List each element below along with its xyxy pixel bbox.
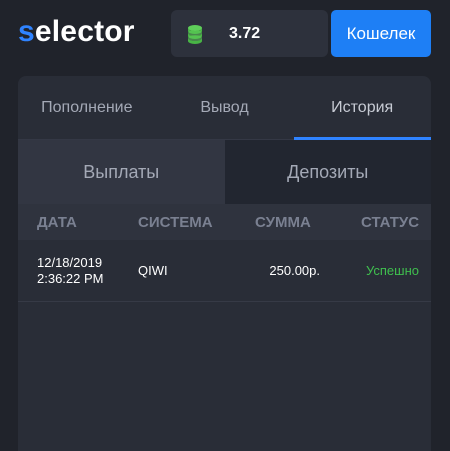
coins-icon [171,10,218,57]
row-status: Успешно [366,263,419,278]
balance-value: 3.72 [229,24,261,42]
table-row: 12/18/2019 2:36:22 PM QIWI 250.00р. Успе… [18,240,431,302]
brand-logo[interactable]: selector [18,14,135,50]
history-panel: Пополнение Вывод История Выплаты Депозит… [18,76,431,451]
header-date: ДАТА [37,213,77,231]
row-date-day: 12/18/2019 [37,254,103,270]
balance-widget: 3.72 [171,10,328,57]
history-subtabs: Выплаты Депозиты [18,140,431,204]
header-system: СИСТЕМА [138,213,213,231]
subtab-deposits[interactable]: Депозиты [224,140,431,204]
active-tab-indicator [294,137,431,140]
tab-withdraw[interactable]: Вывод [156,76,294,139]
row-date-time: 2:36:22 PM [37,270,104,286]
header: selector 3.72 Кошелек [0,0,450,70]
row-amount: 250.00р. [269,263,320,278]
tab-deposit[interactable]: Пополнение [18,76,156,139]
logo-letter-s: s [18,15,35,48]
row-date: 12/18/2019 2:36:22 PM [18,255,119,287]
header-status: СТАТУС [361,213,420,231]
subtab-payouts[interactable]: Выплаты [18,140,225,204]
row-system: QIWI [138,263,168,278]
header-amount: СУММА [255,213,311,231]
wallet-button[interactable]: Кошелек [331,10,431,57]
logo-text: elector [34,15,135,48]
main-tabs: Пополнение Вывод История [18,76,431,140]
tab-history[interactable]: История [293,76,431,139]
table-header: ДАТА СИСТЕМА СУММА СТАТУС [18,204,431,240]
